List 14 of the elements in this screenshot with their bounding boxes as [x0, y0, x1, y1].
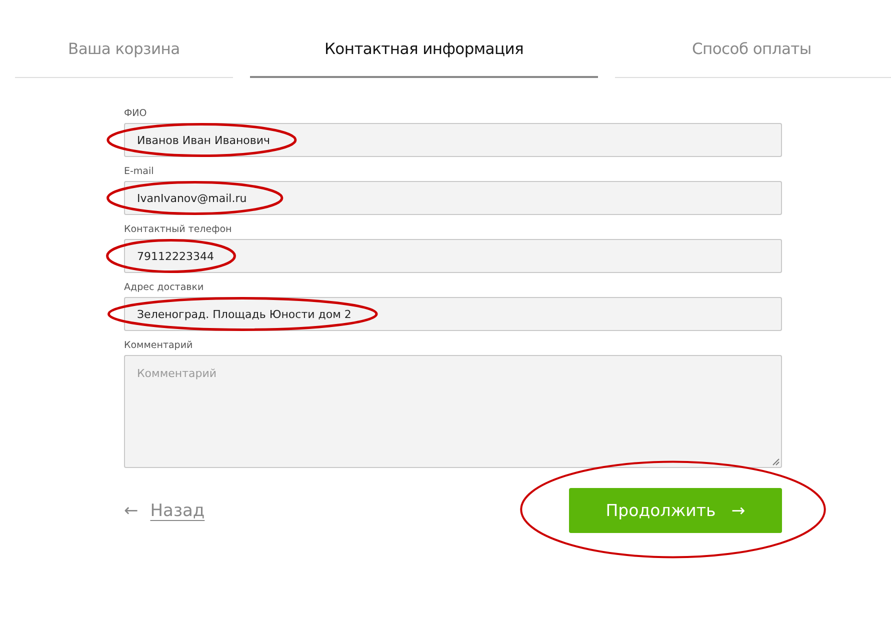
input-field[interactable]: Иванов Иван Иванович — [124, 123, 782, 157]
field-label: Адрес доставки — [124, 282, 205, 293]
step-tab[interactable]: Ваша корзина — [15, 40, 233, 78]
step-tab[interactable]: Контактная информация — [250, 40, 598, 78]
input-field[interactable]: 79112223344 — [124, 239, 782, 273]
step-tab[interactable]: Способ оплаты — [615, 40, 891, 78]
field-label: Контактный телефон — [124, 224, 233, 235]
field-label: E-mail — [124, 166, 155, 177]
field-label: ФИО — [124, 108, 148, 119]
back-link[interactable]: ← Назад — [124, 500, 205, 520]
input-field[interactable]: Зеленоград. Площадь Юности дом 2 — [124, 297, 782, 331]
resize-grip-icon[interactable] — [772, 458, 780, 466]
input-field[interactable]: IvanIvanov@mail.ru — [124, 181, 782, 215]
field-label: Комментарий — [124, 340, 194, 351]
